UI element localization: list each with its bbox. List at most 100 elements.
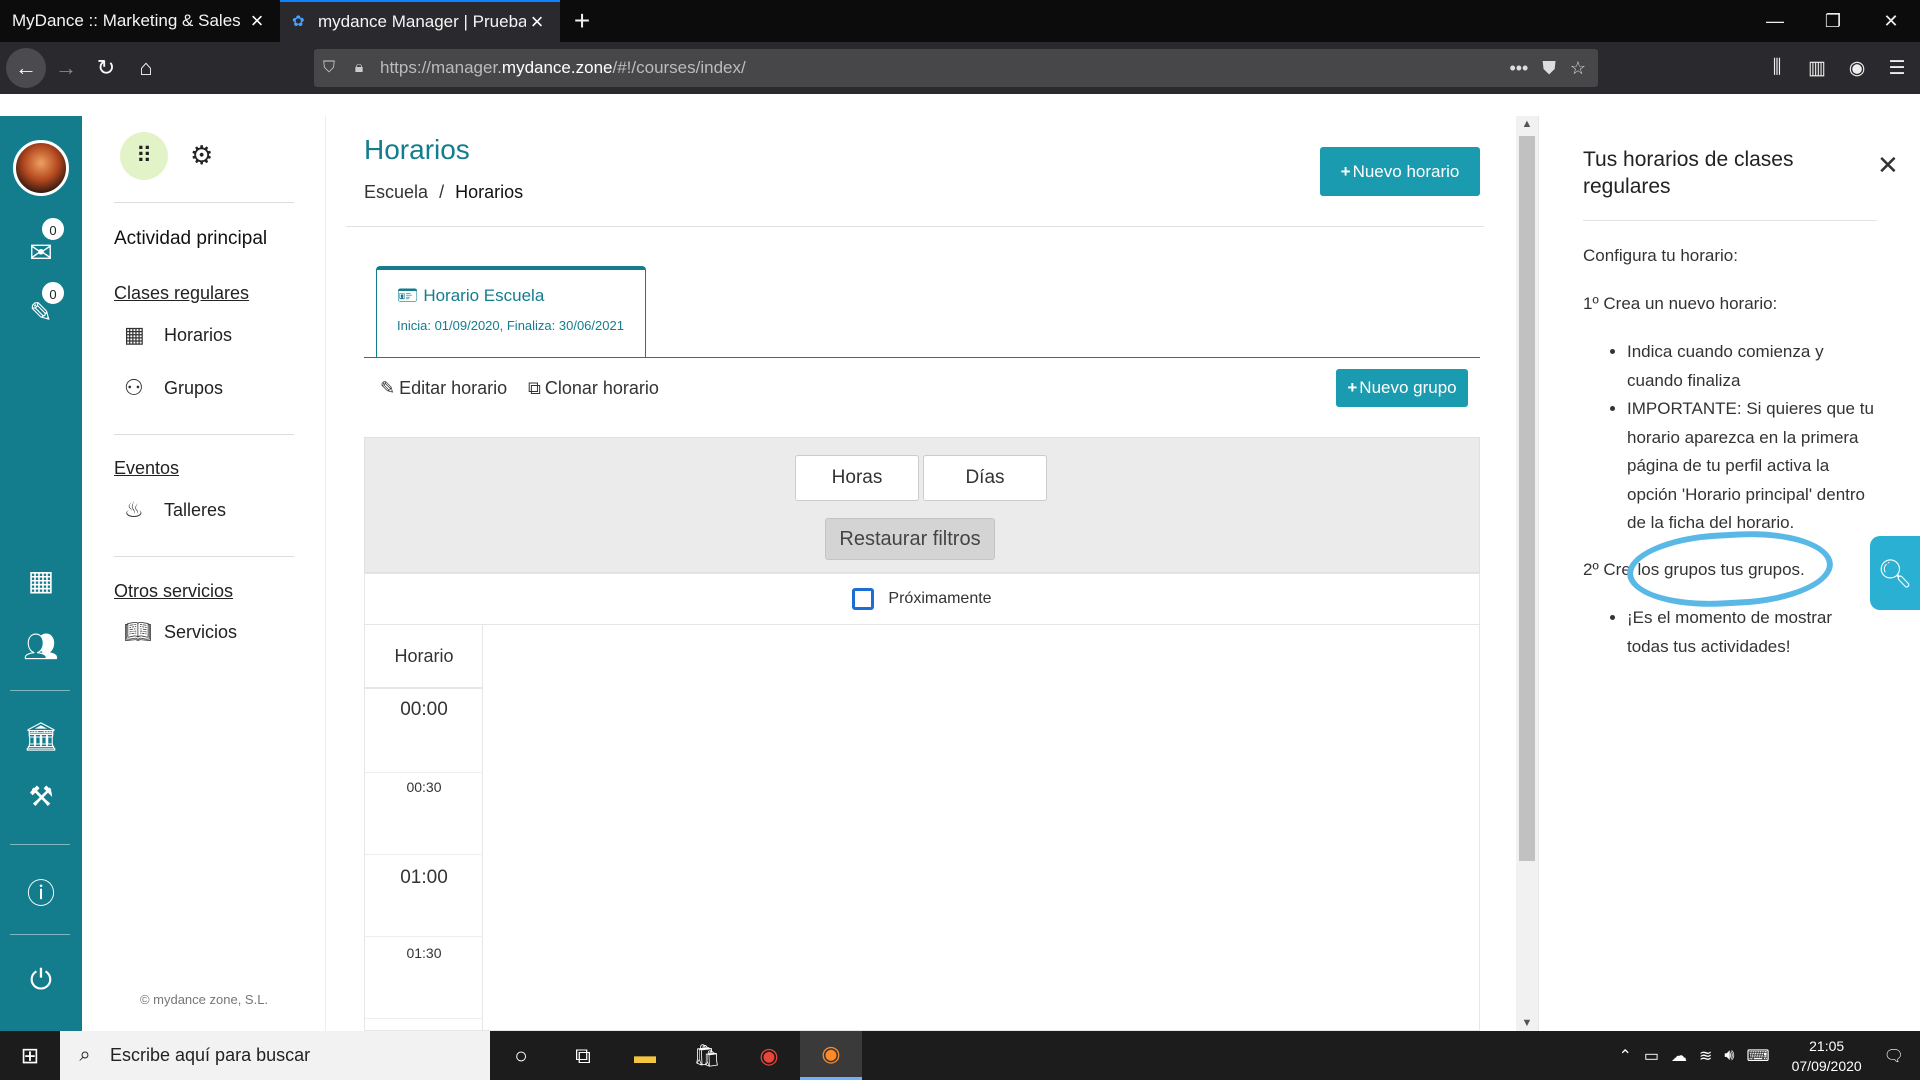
forward-arrow-icon[interactable]: → — [46, 48, 86, 88]
sidebar-section-other-services[interactable]: Otros servicios — [114, 581, 233, 602]
browser-nav-bar: ← → ↻ ⌂ ⛉ 🔒︎ https://manager.mydance.zon… — [0, 42, 1920, 94]
shield-icon[interactable]: ⛉ — [314, 59, 344, 77]
library-icon[interactable]: ⫼ — [1762, 57, 1792, 79]
volume-icon[interactable]: 🔊︎ — [1724, 1047, 1734, 1065]
file-explorer-icon[interactable]: ▬ — [614, 1031, 676, 1080]
browser-tab-manager[interactable]: ✿ mydance Manager | Prueba Ale × — [280, 0, 560, 42]
plus-icon: + — [1347, 378, 1358, 397]
scroll-up-icon[interactable]: ▲ — [1516, 118, 1538, 130]
lock-icon[interactable]: 🔒︎ — [344, 59, 374, 77]
avatar[interactable] — [13, 140, 69, 196]
mail-icon[interactable]: ✉ — [0, 236, 82, 269]
filter-hours-button[interactable]: Horas — [795, 455, 919, 501]
upcoming-checkbox[interactable] — [852, 588, 875, 610]
schedule-name: Horario Escuela — [423, 286, 545, 305]
firefox-icon[interactable]: ◉ — [800, 1031, 862, 1080]
tab-title: mydance Manager | Prueba Ale — [318, 12, 526, 31]
help-step2-list: ¡Es el momento de mostrar todas tus acti… — [1627, 604, 1877, 661]
time-column: Horario 00:00 00:30 01:00 01:30 — [365, 625, 483, 1031]
gear-icon[interactable]: ⚙ — [190, 140, 213, 171]
close-icon[interactable]: × — [246, 8, 268, 34]
windows-start-icon[interactable]: ⊞ — [0, 1031, 60, 1080]
upcoming-label: Próximamente — [888, 590, 992, 607]
flame-icon: ♨ — [124, 497, 144, 522]
help-search-icon[interactable]: 🔍︎ — [1870, 536, 1920, 610]
page-scrollbar[interactable]: ▲ ▼ — [1516, 116, 1538, 1031]
new-schedule-button[interactable]: + Nuevo horario — [1320, 147, 1480, 196]
menu-icon[interactable]: ☰ — [1882, 57, 1912, 80]
filter-days-button[interactable]: Días — [923, 455, 1047, 501]
calendar-icon[interactable]: ▦ — [0, 564, 82, 597]
divider — [114, 202, 294, 203]
chevron-up-icon[interactable]: ⌃ — [1618, 1046, 1631, 1066]
url-bar[interactable]: ⛉ 🔒︎ https://manager.mydance.zone/#!/cou… — [314, 49, 1598, 87]
step2-prefix: 2º Cre — [1583, 560, 1631, 579]
keyboard-icon[interactable]: ⌨ — [1747, 1046, 1770, 1066]
power-icon[interactable]: ⏻ — [0, 964, 82, 997]
scrollbar-thumb[interactable] — [1519, 136, 1535, 861]
restore-icon[interactable]: ❐ — [1804, 0, 1862, 42]
sidebar-toggle-icon[interactable]: ▥ — [1802, 57, 1832, 80]
new-tab-button[interactable]: + — [560, 0, 604, 42]
tab-schedule-school[interactable]: 🪪︎ Horario Escuela Inicia: 01/09/2020, F… — [376, 266, 646, 358]
home-icon[interactable]: ⌂ — [126, 48, 166, 88]
sidebar-menu: ⠿ ⚙ Actividad principal Clases regulares… — [82, 116, 326, 1031]
battery-icon[interactable]: ▭ — [1644, 1046, 1659, 1066]
restore-filters-button[interactable]: Restaurar filtros — [825, 518, 995, 560]
system-tray: ⌃ ▭ ☁ ≋ 🔊︎ ⌨ 21:05 07/09/2020 🗨︎ — [1618, 1031, 1920, 1080]
window-controls: — ❐ ✕ — [1746, 0, 1920, 42]
users-icon[interactable]: 👥︎ — [0, 630, 82, 663]
scroll-down-icon[interactable]: ▼ — [1516, 1017, 1538, 1029]
grid-header: Horario — [365, 625, 483, 689]
sidebar-item-workshops[interactable]: ♨ Talleres — [124, 497, 226, 523]
url-domain: mydance.zone — [501, 58, 613, 77]
tasks-badge: 0 — [40, 280, 66, 306]
breadcrumb-root[interactable]: Escuela — [364, 182, 428, 202]
cloud-icon[interactable]: ☁ — [1671, 1046, 1687, 1066]
url-text[interactable]: https://manager.mydance.zone/#!/courses/… — [374, 58, 1509, 78]
minimize-icon[interactable]: — — [1746, 0, 1804, 42]
divider — [1583, 220, 1877, 221]
taskbar-search[interactable]: ⌕ Escribe aquí para buscar — [60, 1031, 490, 1080]
clock-date: 07/09/2020 — [1791, 1057, 1862, 1074]
notification-icon[interactable]: 🗨︎ — [1884, 1046, 1904, 1066]
back-arrow-icon[interactable]: ← — [6, 48, 46, 88]
sidebar-section-regular-classes[interactable]: Clases regulares — [114, 283, 249, 304]
close-icon[interactable]: ✕ — [1877, 150, 1899, 181]
close-icon[interactable]: × — [526, 9, 548, 35]
time-slot: 00:00 — [365, 691, 483, 773]
pocket-icon[interactable]: ⛊ — [1542, 58, 1556, 79]
button-label: Nuevo grupo — [1359, 378, 1457, 397]
wifi-icon[interactable]: ≋ — [1699, 1046, 1712, 1066]
clock[interactable]: 21:05 07/09/2020 — [1782, 1036, 1872, 1076]
sidebar-main-activity[interactable]: Actividad principal — [114, 228, 267, 250]
sidebar-item-schedules[interactable]: ▦ Horarios — [124, 322, 232, 348]
butterfly-icon: ✿ — [292, 13, 305, 30]
close-window-icon[interactable]: ✕ — [1862, 0, 1920, 42]
tasks-icon[interactable]: ✎ — [0, 296, 82, 329]
apps-grid-icon[interactable]: ⠿ — [120, 132, 168, 180]
help-intro: Configura tu horario: — [1583, 246, 1738, 265]
more-icon[interactable]: ••• — [1509, 58, 1528, 79]
breadcrumb-separator: / — [439, 182, 445, 202]
link-label: Clonar horario — [544, 378, 659, 398]
chrome-icon[interactable]: ◉ — [738, 1031, 800, 1080]
cortana-icon[interactable]: ○ — [490, 1031, 552, 1080]
sidebar-section-events[interactable]: Eventos — [114, 458, 179, 479]
browser-tab-marketing[interactable]: MyDance :: Marketing & Sales × — [0, 0, 280, 42]
bookmark-star-icon[interactable]: ☆ — [1570, 58, 1586, 79]
bank-icon[interactable]: 🏛︎ — [0, 720, 82, 753]
account-icon[interactable]: ◉ — [1842, 57, 1872, 80]
help-icon[interactable]: ⓘ — [0, 872, 82, 912]
clone-schedule-link[interactable]: ⧉ Clonar horario — [528, 378, 659, 399]
reload-icon[interactable]: ↻ — [86, 48, 126, 88]
new-group-button[interactable]: + Nuevo grupo — [1336, 369, 1468, 407]
sidebar-item-label: Talleres — [164, 499, 227, 520]
sidebar-item-groups[interactable]: ⚇ Grupos — [124, 375, 223, 401]
store-icon[interactable]: 🛍︎ — [676, 1031, 738, 1080]
task-view-icon[interactable]: ⧉ — [552, 1031, 614, 1080]
tools-icon[interactable]: ⚒ — [0, 780, 82, 813]
sidebar-item-services[interactable]: 📖︎ Servicios — [124, 619, 237, 645]
link-label: Editar horario — [399, 378, 508, 398]
edit-schedule-link[interactable]: ✎ Editar horario — [380, 378, 507, 399]
